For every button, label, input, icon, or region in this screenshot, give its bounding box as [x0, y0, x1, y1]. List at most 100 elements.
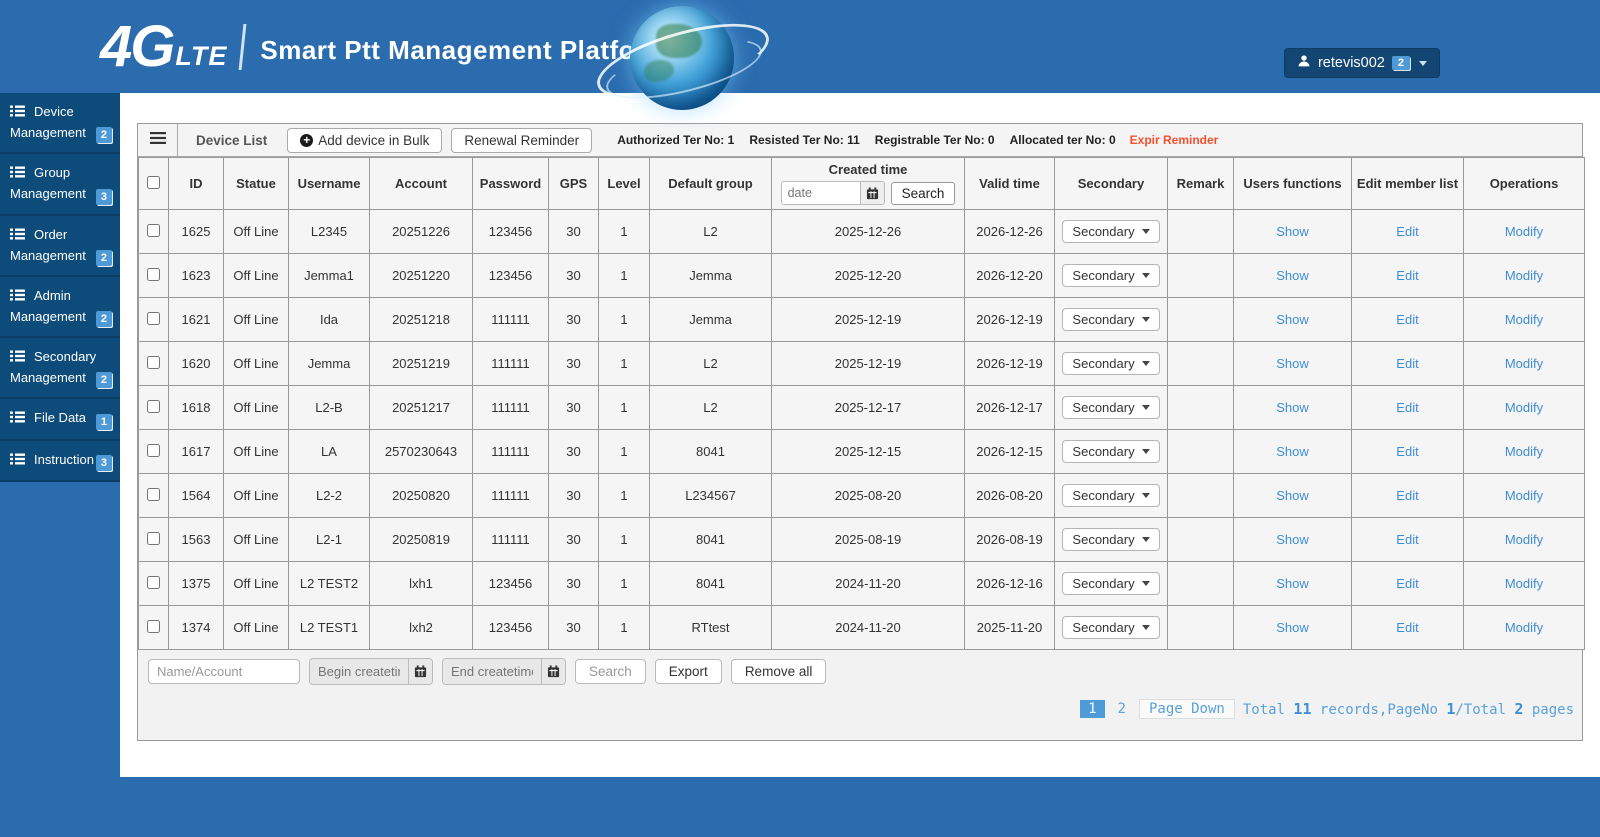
sidebar-item[interactable]: Order Management 2: [0, 215, 120, 277]
chevron-down-icon: [1141, 493, 1150, 498]
secondary-select[interactable]: Secondary: [1062, 616, 1160, 639]
terminal-stat: Allocated ter No: 0: [1009, 133, 1116, 147]
device-list-panel: Device List + Add device in Bulk Renewal…: [137, 123, 1585, 741]
modify-link[interactable]: Modify: [1505, 312, 1543, 327]
secondary-select[interactable]: Secondary: [1062, 352, 1160, 375]
begin-createtime-input[interactable]: [310, 659, 408, 684]
sidebar-item[interactable]: Admin Management 2: [0, 276, 120, 339]
end-calendar-button[interactable]: [541, 659, 565, 684]
cell-gps: 30: [548, 561, 599, 606]
cell-operations: Modify: [1463, 385, 1585, 430]
cell-account: 20251226: [369, 209, 473, 254]
user-menu[interactable]: retevis002 2: [1283, 48, 1440, 78]
secondary-select[interactable]: Secondary: [1062, 308, 1160, 331]
cell-secondary: Secondary: [1054, 385, 1168, 430]
secondary-select[interactable]: Secondary: [1062, 440, 1160, 463]
edit-link[interactable]: Edit: [1396, 224, 1418, 239]
sidebar-item-badge: 2: [95, 127, 112, 144]
edit-link[interactable]: Edit: [1396, 356, 1418, 371]
renewal-reminder-button[interactable]: Renewal Reminder: [451, 127, 593, 153]
modify-link[interactable]: Modify: [1505, 400, 1543, 415]
row-checkbox[interactable]: [147, 575, 160, 589]
show-link[interactable]: Show: [1276, 224, 1309, 239]
cell-edit-member-list: Edit: [1351, 341, 1464, 386]
sidebar-item-badge: 2: [95, 372, 112, 389]
row-checkbox[interactable]: [147, 223, 160, 237]
tab-device-list[interactable]: Device List: [196, 133, 267, 148]
menu-toggle-button[interactable]: [138, 124, 178, 156]
show-link[interactable]: Show: [1276, 576, 1309, 591]
row-checkbox[interactable]: [147, 355, 160, 369]
modify-link[interactable]: Modify: [1505, 224, 1543, 239]
show-link[interactable]: Show: [1276, 268, 1309, 283]
show-link[interactable]: Show: [1276, 444, 1309, 459]
row-checkbox[interactable]: [147, 443, 160, 457]
app-header: 4G LTE Smart Ptt Management Platform ret…: [0, 0, 1600, 114]
edit-link[interactable]: Edit: [1396, 620, 1418, 635]
cell-status: Off Line: [223, 605, 289, 650]
edit-link[interactable]: Edit: [1396, 312, 1418, 327]
remove-all-button[interactable]: Remove all: [730, 659, 827, 684]
cell-status: Off Line: [223, 253, 289, 298]
add-device-in-bulk-button[interactable]: + Add device in Bulk: [287, 127, 443, 153]
sidebar-item[interactable]: Secondary Management 2: [0, 338, 120, 400]
modify-link[interactable]: Modify: [1505, 488, 1543, 503]
secondary-select[interactable]: Secondary: [1062, 572, 1160, 595]
calendar-icon: [414, 665, 427, 678]
row-checkbox[interactable]: [147, 619, 160, 633]
modify-link[interactable]: Modify: [1505, 268, 1543, 283]
secondary-select[interactable]: Secondary: [1062, 264, 1160, 287]
page-down-button[interactable]: Page Down: [1138, 699, 1235, 719]
modify-link[interactable]: Modify: [1505, 444, 1543, 459]
row-checkbox[interactable]: [147, 399, 160, 413]
show-link[interactable]: Show: [1276, 400, 1309, 415]
select-all-checkbox[interactable]: [147, 175, 160, 189]
edit-link[interactable]: Edit: [1396, 576, 1418, 591]
modify-link[interactable]: Modify: [1505, 620, 1543, 635]
name-account-input[interactable]: [148, 659, 300, 684]
table-footer-controls: Search Export Remove all: [138, 650, 1582, 691]
show-link[interactable]: Show: [1276, 312, 1309, 327]
modify-link[interactable]: Modify: [1505, 356, 1543, 371]
edit-link[interactable]: Edit: [1396, 488, 1418, 503]
row-checkbox[interactable]: [147, 531, 160, 545]
secondary-select[interactable]: Secondary: [1062, 396, 1160, 419]
modify-link[interactable]: Modify: [1505, 532, 1543, 547]
edit-link[interactable]: Edit: [1396, 532, 1418, 547]
show-link[interactable]: Show: [1276, 356, 1309, 371]
cell-id: 1621: [168, 297, 224, 342]
sidebar-item-badge: 2: [95, 311, 112, 328]
date-filter-input[interactable]: [781, 182, 860, 204]
show-link[interactable]: Show: [1276, 532, 1309, 547]
secondary-select[interactable]: Secondary: [1062, 528, 1160, 551]
logo-4g-text: 4G: [100, 14, 175, 79]
edit-link[interactable]: Edit: [1396, 400, 1418, 415]
edit-link[interactable]: Edit: [1396, 268, 1418, 283]
cell-status: Off Line: [223, 341, 289, 386]
row-checkbox[interactable]: [147, 487, 160, 501]
sidebar-item[interactable]: File Data 1: [0, 399, 120, 441]
secondary-select[interactable]: Secondary: [1062, 484, 1160, 507]
edit-link[interactable]: Edit: [1396, 444, 1418, 459]
row-checkbox[interactable]: [147, 311, 160, 325]
calendar-button[interactable]: [859, 182, 884, 204]
sidebar-item[interactable]: Group Management 3: [0, 154, 120, 216]
row-select-cell: [138, 473, 169, 518]
export-button[interactable]: Export: [654, 659, 722, 684]
sidebar-item[interactable]: Device Management 2: [0, 93, 120, 155]
sidebar-item[interactable]: Instruction 3: [0, 440, 120, 482]
end-createtime-input[interactable]: [443, 659, 541, 684]
created-time-search-button[interactable]: Search: [890, 181, 956, 205]
secondary-select[interactable]: Secondary: [1062, 220, 1160, 243]
expir-reminder-link[interactable]: Expir Reminder: [1130, 133, 1219, 147]
page-2-button[interactable]: 2: [1113, 700, 1131, 718]
cell-gps: 30: [548, 385, 599, 430]
row-checkbox[interactable]: [147, 267, 160, 281]
modify-link[interactable]: Modify: [1505, 576, 1543, 591]
cell-users-functions: Show: [1233, 209, 1352, 254]
show-link[interactable]: Show: [1276, 488, 1309, 503]
search-button[interactable]: Search: [575, 659, 646, 684]
show-link[interactable]: Show: [1276, 620, 1309, 635]
page-1-button[interactable]: 1: [1080, 700, 1105, 718]
begin-calendar-button[interactable]: [408, 659, 432, 684]
